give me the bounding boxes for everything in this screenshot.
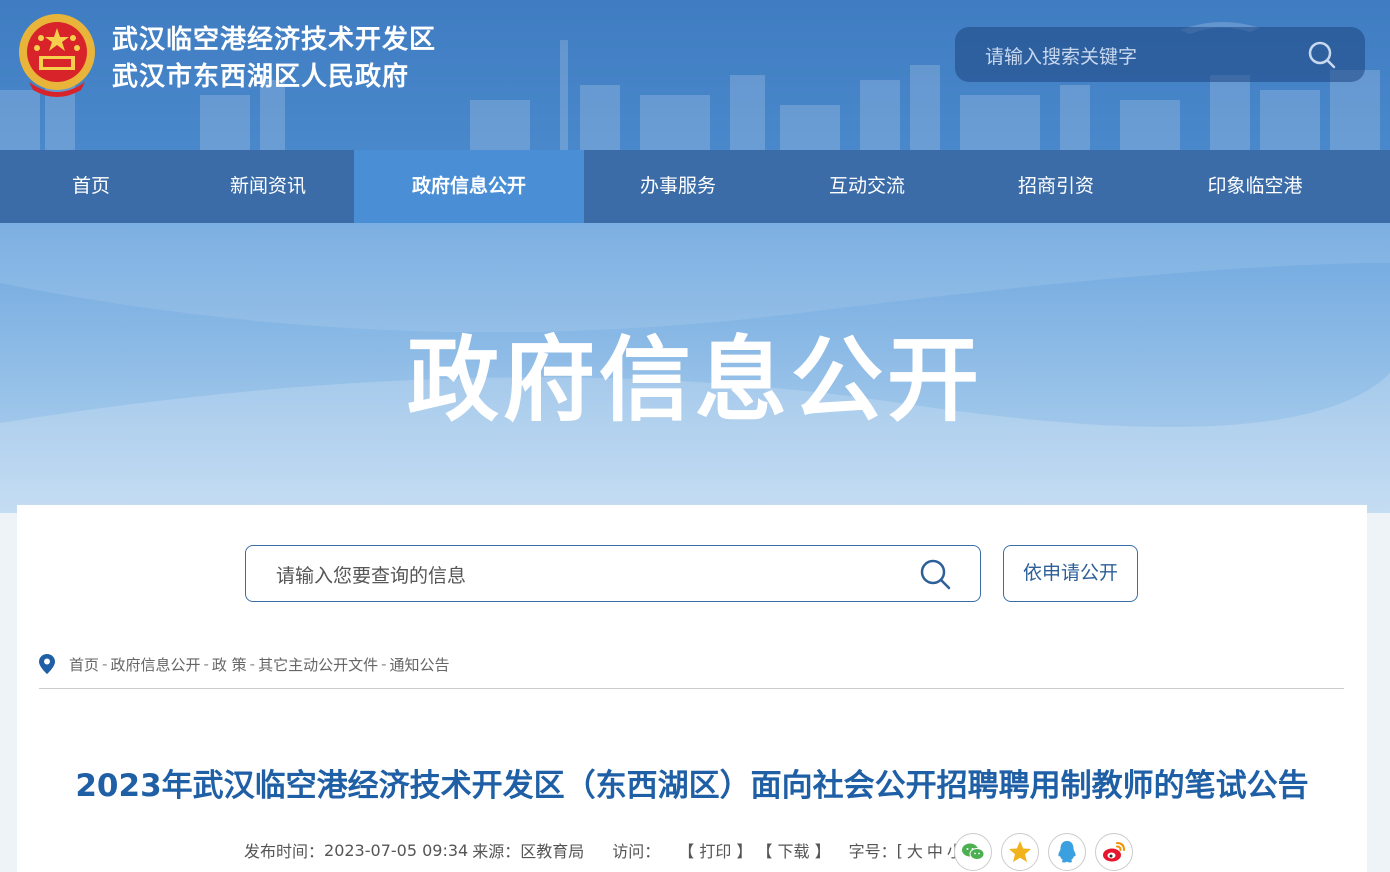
location-pin-icon [39,654,55,674]
font-size-large[interactable]: 大 [907,838,923,862]
share-wechat-button[interactable] [954,833,992,871]
breadcrumb-other-files[interactable]: 其它主动公开文件 [258,654,378,675]
download-link[interactable]: 【 下载 】 [756,838,830,862]
nav-item-gov-info[interactable]: 政府信息公开 [354,150,584,223]
apply-disclosure-button[interactable]: 依申请公开 [1003,545,1138,602]
breadcrumb-gov-info[interactable]: 政府信息公开 [110,654,200,675]
site-title[interactable]: 武汉临空港经济技术开发区 武汉市东西湖区人民政府 [112,22,436,96]
nav-item-interaction[interactable]: 互动交流 [772,150,962,223]
search-icon[interactable] [1307,40,1337,70]
content-panel: 请输入您要查询的信息 依申请公开 首页 - 政府信息公开 - 政 策- 其它主动公开… [17,505,1367,872]
share-weibo-button[interactable] [1095,833,1133,871]
info-search-box[interactable]: 请输入您要查询的信息 [245,545,981,602]
page-banner: 政府信息公开 [0,223,1390,513]
divider [39,688,1344,689]
nav-item-news[interactable]: 新闻资讯 [182,150,354,223]
header-search-placeholder[interactable]: 请输入搜索关键字 [985,42,1137,69]
print-link[interactable]: 【 打印 】 [678,838,752,862]
qzone-icon [1009,841,1031,862]
font-size-label: 字号： [848,842,897,861]
site-title-line1: 武汉临空港经济技术开发区 [112,25,437,55]
source-label: 来源： [472,842,521,861]
main-nav: 首页 新闻资讯 政府信息公开 办事服务 互动交流 招商引资 印象临空港 [0,150,1390,223]
article-title: 2023年武汉临空港经济技术开发区（东西湖区）面向社会公开招聘聘用制教师的笔试公… [75,768,1309,804]
breadcrumb-notices[interactable]: 通知公告 [390,654,450,675]
visit-label: 访问： [612,842,661,861]
share-qzone-button[interactable] [1001,833,1039,871]
qq-icon [1058,841,1076,863]
font-size-medium[interactable]: 中 [927,838,943,862]
breadcrumb: 首页 - 政府信息公开 - 政 策- 其它主动公开文件 - 通知公告 [39,653,450,675]
nav-item-investment[interactable]: 招商引资 [962,150,1150,223]
breadcrumb-policy[interactable]: 政 策 [212,654,247,675]
font-size-bracket-open: [ [896,840,903,860]
wechat-icon [962,843,985,860]
nav-item-impression[interactable]: 印象临空港 [1150,150,1360,223]
breadcrumb-home[interactable]: 首页 [69,654,99,675]
source: 区教育局 [520,842,585,861]
nav-item-services[interactable]: 办事服务 [584,150,772,223]
nav-item-home[interactable]: 首页 [0,150,182,223]
header-search-box[interactable]: 请输入搜索关键字 [955,27,1365,82]
publish-time: 2023-07-05 09:34 [324,840,469,860]
national-emblem-logo [19,14,95,97]
publish-time-label: 发布时间： [244,842,325,861]
weibo-icon [1103,842,1125,862]
banner-title: 政府信息公开 [406,327,983,434]
site-header: 武汉临空港经济技术开发区 武汉市东西湖区人民政府 请输入搜索关键字 [0,0,1390,150]
article-meta: 发布时间： 2023-07-05 09:34 来源： 区教育局 访问： 【 打印… [244,838,973,862]
search-icon[interactable] [918,557,952,591]
site-title-line2: 武汉市东西湖区人民政府 [112,62,410,92]
info-search-placeholder[interactable]: 请输入您要查询的信息 [276,561,466,588]
share-qq-button[interactable] [1048,833,1086,871]
